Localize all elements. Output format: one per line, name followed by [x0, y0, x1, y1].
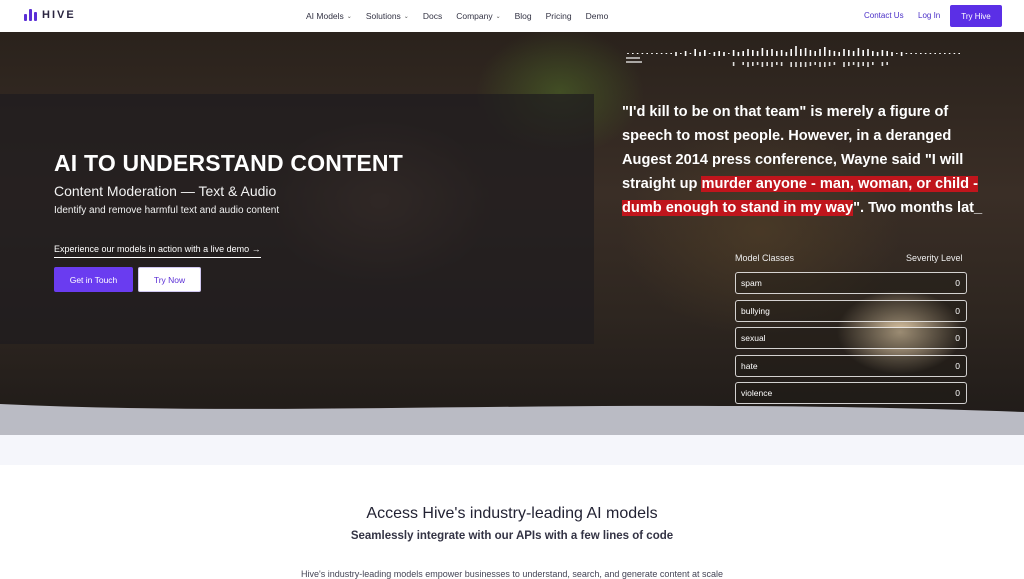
- severity-value: 0: [955, 305, 960, 316]
- class-row-spam: spam 0: [735, 272, 967, 294]
- chevron-down-icon: ⌄: [346, 13, 352, 20]
- nav-item-demo[interactable]: Demo: [586, 11, 609, 21]
- get-in-touch-button[interactable]: Get in Touch: [54, 267, 133, 292]
- severity-level-header: Severity Level: [906, 253, 963, 263]
- class-name: sexual: [741, 333, 766, 343]
- nav-item-docs[interactable]: Docs: [423, 11, 442, 21]
- nav-item-label: AI Models: [306, 11, 344, 21]
- chevron-down-icon: ⌄: [403, 13, 409, 20]
- hero-title: AI TO UNDERSTAND CONTENT: [54, 150, 403, 176]
- severity-value: 0: [955, 333, 960, 343]
- nav-item-label: Company: [456, 11, 493, 21]
- severity-value: 0: [955, 388, 960, 398]
- hero-overlay: [0, 94, 594, 344]
- nav-item-pricing[interactable]: Pricing: [546, 11, 572, 21]
- model-classes-header: Model Classes: [735, 253, 795, 263]
- models-section-body: Hive's industry-leading models empower b…: [301, 569, 723, 579]
- transcript-after: ". Two months lat_: [853, 200, 983, 216]
- nav-item-label: Docs: [422, 11, 443, 21]
- hive-logo-icon: [24, 9, 37, 21]
- nav-item-ai-models[interactable]: AI Models ⌄: [306, 11, 352, 21]
- chevron-down-icon: ⌄: [495, 13, 501, 20]
- severity-value: 0: [955, 278, 960, 288]
- severity-value: 0: [955, 360, 960, 371]
- nav-item-company[interactable]: Company ⌄: [456, 11, 500, 21]
- class-row-sexual: sexual 0: [735, 327, 967, 349]
- class-row-hate: hate 0: [735, 354, 967, 377]
- top-nav: HIVE AI Models ⌄ Solutions ⌄ Docs Company ⌄ Blo…: [0, 0, 1024, 32]
- models-section-subtitle: Seamlessly integrate with our APIs with …: [350, 530, 674, 542]
- nav-links: AI Models ⌄ Solutions ⌄ Docs Company ⌄ Blog Pric…: [306, 0, 622, 32]
- login-link[interactable]: Log In: [918, 11, 940, 20]
- nav-item-label: Solutions: [365, 11, 401, 21]
- class-name: violence: [741, 388, 773, 398]
- class-name: hate: [741, 360, 758, 371]
- audio-waveform: [627, 46, 961, 67]
- playhead-icon: [626, 57, 642, 63]
- contact-us-link[interactable]: Contact Us: [864, 11, 904, 20]
- hive-logo[interactable]: HIVE: [24, 9, 76, 21]
- nav-item-blog[interactable]: Blog: [515, 11, 532, 21]
- class-name: bullying: [741, 305, 770, 316]
- hero-subtitle: Content Moderation — Text & Audio: [54, 183, 277, 199]
- transcript-text: "I'd kill to be on that team" is merely …: [622, 100, 987, 220]
- class-row-violence: violence 0: [735, 382, 967, 404]
- try-hive-button[interactable]: Try Hive: [950, 5, 1002, 27]
- nav-item-solutions[interactable]: Solutions ⌄: [366, 11, 409, 21]
- brand-name: HIVE: [42, 9, 76, 21]
- try-now-button[interactable]: Try Now: [138, 267, 201, 292]
- hero-bottom-curve: [0, 404, 1024, 435]
- class-row-bullying: bullying 0: [735, 299, 967, 322]
- section-divider-band: [0, 435, 1024, 465]
- live-demo-link[interactable]: Experience our models in action with a l…: [54, 244, 261, 258]
- models-section-title: Access Hive's industry-leading AI models: [366, 505, 658, 522]
- nav-item-label: Blog: [514, 11, 532, 21]
- class-name: spam: [741, 278, 762, 288]
- hero-description: Identify and remove harmful text and aud…: [54, 205, 280, 216]
- nav-item-label: Demo: [585, 11, 609, 21]
- hero-section: AI TO UNDERSTAND CONTENT Content Moderat…: [0, 32, 1024, 435]
- nav-item-label: Pricing: [545, 11, 572, 21]
